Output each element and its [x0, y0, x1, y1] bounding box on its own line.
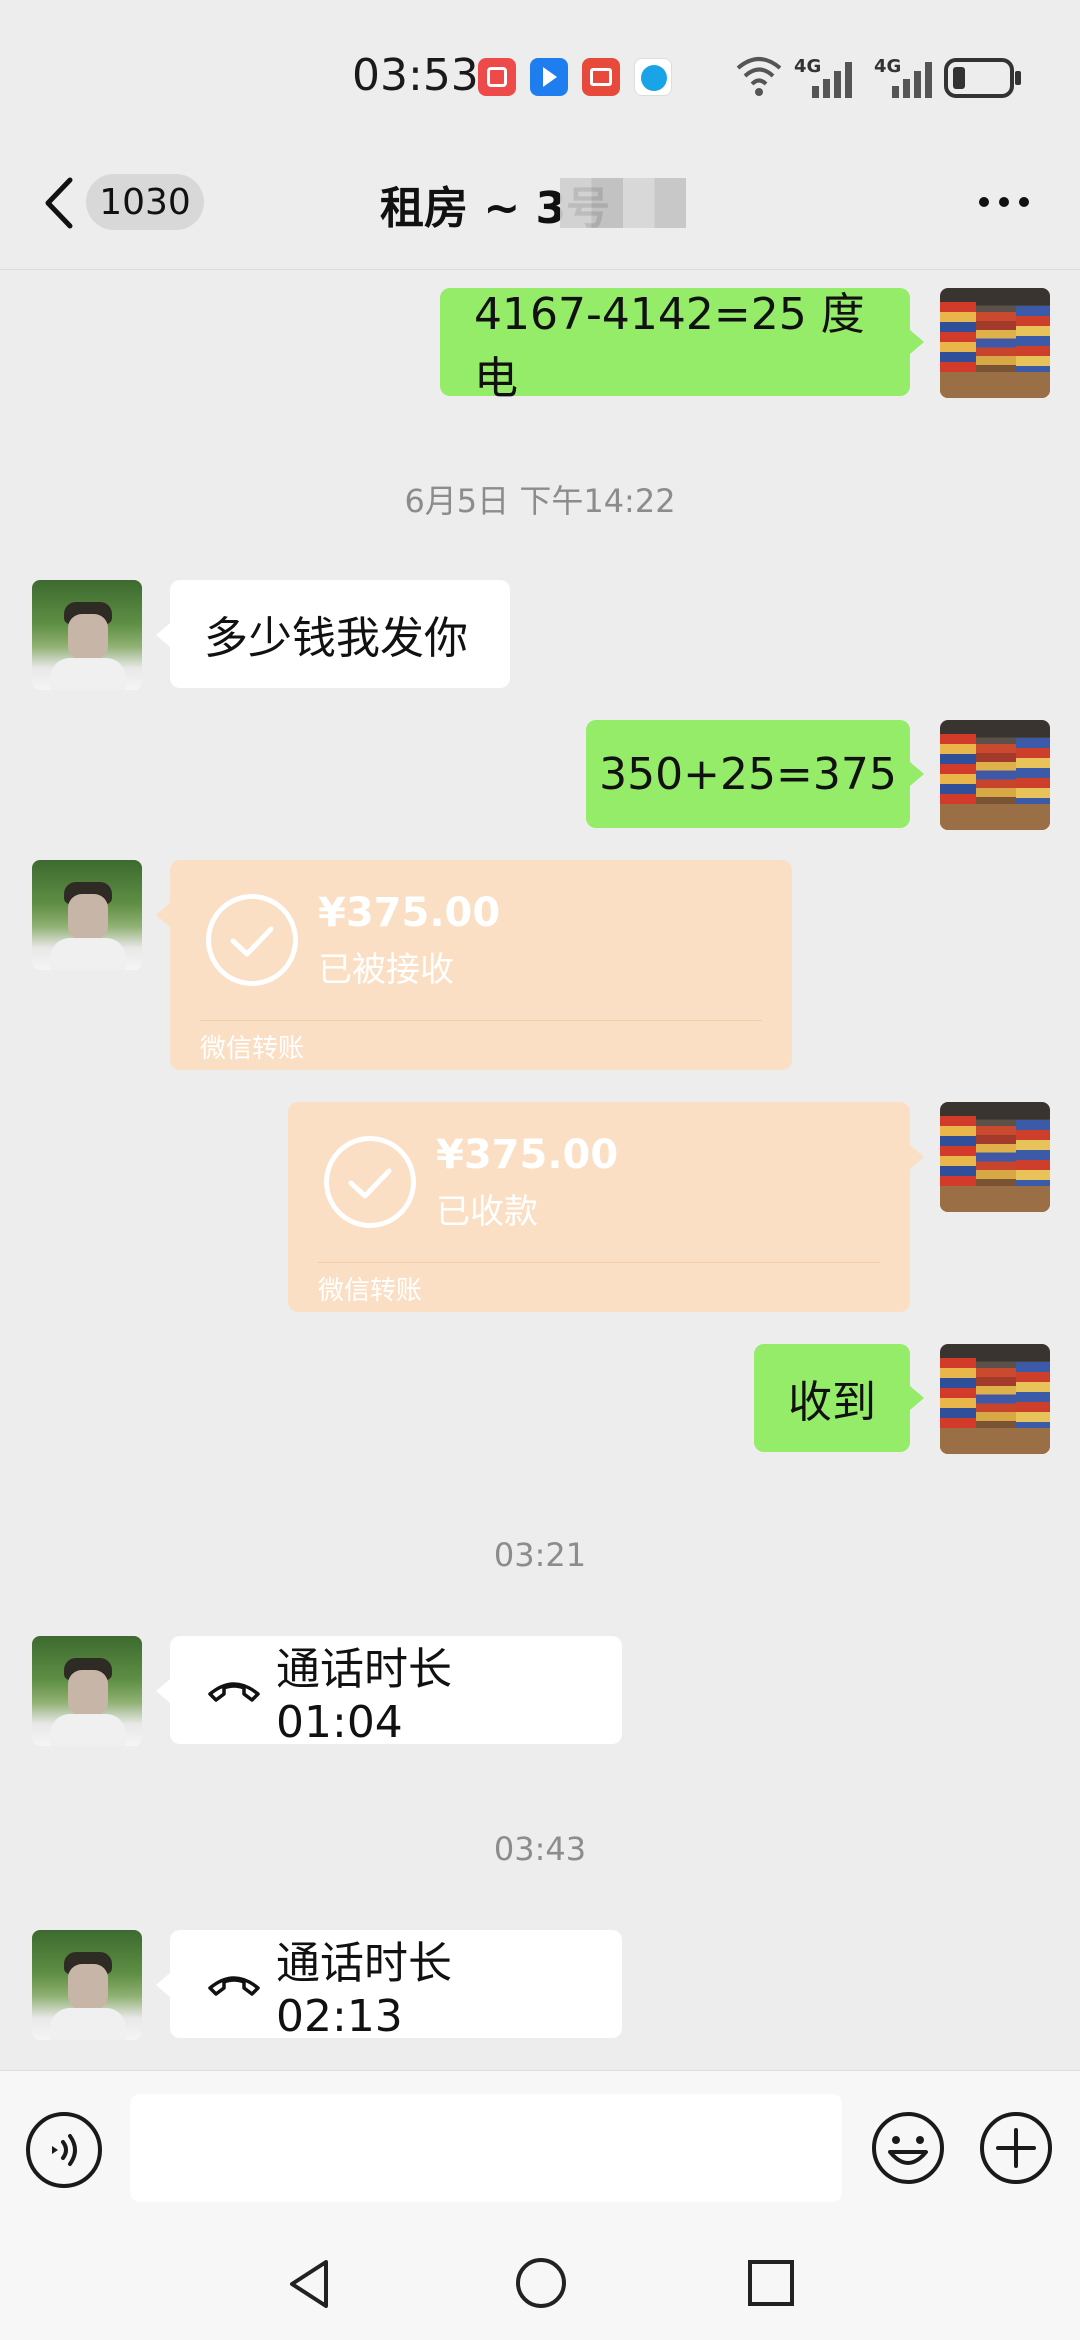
transfer-footer-label: 微信转账	[318, 1276, 423, 1306]
plus-icon[interactable]	[978, 2110, 1054, 2186]
call-record-bubble[interactable]: 通话时长 02:13	[170, 1930, 622, 2042]
notification-app-icon-4	[634, 58, 672, 96]
my-avatar[interactable]	[940, 288, 1050, 398]
message-input[interactable]	[130, 2094, 842, 2202]
bubble-tail	[910, 1386, 924, 1410]
notification-app-icon-2	[530, 58, 568, 96]
notification-app-icon-1	[478, 58, 516, 96]
my-avatar[interactable]	[940, 1344, 1050, 1454]
bubble-tail	[156, 623, 170, 647]
chevron-left-icon[interactable]	[40, 176, 80, 230]
bubble-tail	[910, 1145, 924, 1169]
check-circle-icon	[324, 1136, 416, 1228]
transfer-footer-label: 微信转账	[200, 1034, 305, 1064]
bubble-tail	[156, 903, 170, 927]
phone-hangup-icon	[208, 1976, 260, 1996]
transfer-card-collected[interactable]: ¥375.00 已收款 微信转账	[288, 1102, 910, 1312]
transfer-status: 已被接收	[318, 950, 454, 990]
call-duration-text: 通话时长 02:13	[276, 1937, 452, 2042]
my-message-bubble[interactable]: 收到	[754, 1344, 910, 1452]
bubble-tail	[910, 762, 924, 786]
call-record-bubble[interactable]: 通话时长 01:04	[170, 1636, 622, 1748]
message-timestamp: 6月5日 下午14:22	[404, 482, 676, 520]
message-timestamp: 03:43	[493, 1830, 587, 1868]
transfer-amount: ¥375.00	[436, 1132, 619, 1178]
bubble-tail	[156, 1679, 170, 1703]
signal-icon-2	[892, 62, 932, 98]
signal-icon-1	[812, 62, 852, 98]
check-circle-icon	[206, 894, 298, 986]
bubble-tail	[910, 330, 924, 354]
transfer-divider	[200, 1020, 762, 1021]
my-message-bubble[interactable]: 4167-4142=25 度电	[440, 288, 910, 404]
call-duration-text: 通话时长 01:04	[276, 1643, 452, 1748]
my-avatar[interactable]	[940, 720, 1050, 830]
voice-icon[interactable]	[26, 2112, 102, 2188]
notification-app-icon-3	[582, 58, 620, 96]
unread-count-badge[interactable]: 1030	[86, 174, 204, 230]
nav-back-icon[interactable]	[284, 2256, 334, 2312]
my-avatar[interactable]	[940, 1102, 1050, 1212]
transfer-status: 已收款	[436, 1192, 538, 1232]
contact-avatar[interactable]	[32, 860, 142, 970]
emoji-icon[interactable]	[870, 2110, 946, 2186]
my-message-bubble[interactable]: 350+25=375	[586, 720, 910, 828]
contact-avatar[interactable]	[32, 1930, 142, 2040]
contact-message-bubble[interactable]: 多少钱我发你	[170, 580, 510, 688]
wifi-icon	[736, 57, 782, 96]
status-time: 03:53	[352, 50, 479, 101]
transfer-card-received[interactable]: ¥375.00 已被接收 微信转账	[170, 860, 792, 1070]
bubble-tail	[156, 1973, 170, 1997]
title-redaction	[560, 178, 686, 228]
contact-avatar[interactable]	[32, 1636, 142, 1746]
message-timestamp: 03:21	[493, 1536, 587, 1574]
transfer-amount: ¥375.00	[318, 890, 501, 936]
contact-avatar[interactable]	[32, 580, 142, 690]
transfer-divider	[318, 1262, 880, 1263]
phone-hangup-icon	[208, 1682, 260, 1702]
battery-icon	[944, 58, 1021, 98]
more-dots-icon[interactable]	[976, 182, 1032, 222]
nav-recents-icon[interactable]	[746, 2258, 796, 2308]
nav-home-icon[interactable]	[514, 2256, 568, 2310]
